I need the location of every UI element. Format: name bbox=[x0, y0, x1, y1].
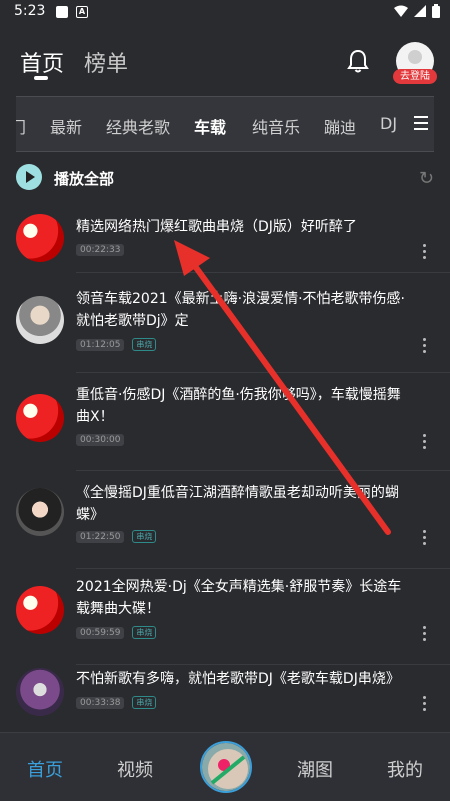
status-time: 5:23 bbox=[14, 3, 46, 19]
more-vertical-icon[interactable] bbox=[423, 626, 427, 644]
song-meta: 00:22:33 bbox=[76, 244, 125, 256]
medley-tag: 串烧 bbox=[132, 626, 157, 639]
list-item[interactable]: 2021全网热爱·Dj《全女声精选集·舒服节奏》长途车载舞曲大碟！ 00:59:… bbox=[0, 572, 450, 682]
more-vertical-icon[interactable] bbox=[423, 530, 427, 548]
login-badge[interactable]: 去登陆 bbox=[393, 69, 437, 84]
song-meta: 01:22:50 串烧 bbox=[76, 530, 157, 543]
bell-icon[interactable] bbox=[346, 48, 370, 74]
song-title[interactable]: 《全慢摇DJ重低音江湖酒醉情歌虽老却动听美丽的蝴蝶》 bbox=[76, 482, 410, 526]
more-vertical-icon[interactable] bbox=[423, 338, 427, 356]
app-notification-icon: A bbox=[76, 6, 88, 18]
duration-badge: 00:30:00 bbox=[76, 434, 125, 446]
play-all-label[interactable]: 播放全部 bbox=[54, 168, 114, 189]
battery-icon bbox=[432, 4, 440, 18]
more-vertical-icon[interactable] bbox=[423, 434, 427, 452]
bottom-nav-video[interactable]: 视频 bbox=[117, 756, 153, 782]
duration-badge: 00:59:59 bbox=[76, 626, 125, 639]
song-title[interactable]: 不怕新歌有多嗨，就怕老歌带DJ《老歌车载DJ串烧》 bbox=[76, 668, 410, 690]
duration-badge: 01:22:50 bbox=[76, 530, 125, 543]
wifi-icon bbox=[394, 5, 408, 17]
category-tab-car[interactable]: 车载 bbox=[194, 114, 226, 138]
bottom-nav-mine[interactable]: 我的 bbox=[387, 756, 423, 782]
song-meta: 00:59:59 串烧 bbox=[76, 626, 157, 639]
duration-badge: 00:33:38 bbox=[76, 696, 125, 709]
tab-indicator bbox=[34, 76, 48, 80]
more-vertical-icon[interactable] bbox=[423, 696, 427, 714]
song-meta: 00:30:00 bbox=[76, 434, 125, 446]
song-cover bbox=[16, 488, 64, 536]
tab-charts[interactable]: 榜单 bbox=[84, 46, 128, 78]
now-playing-disc[interactable] bbox=[200, 741, 252, 793]
category-tabs: 门 最新 经典老歌 车载 纯音乐 蹦迪 DJ bbox=[16, 96, 434, 152]
signal-icon bbox=[414, 5, 426, 17]
category-tab-classics[interactable]: 经典老歌 bbox=[106, 114, 170, 138]
song-title[interactable]: 2021全网热爱·Dj《全女声精选集·舒服节奏》长途车载舞曲大碟！ bbox=[76, 576, 410, 620]
bottom-nav: 首页 视频 潮图 我的 bbox=[0, 732, 450, 801]
list-item[interactable]: 领音车载2021《最新土嗨·浪漫爱情·不怕老歌带伤感·就怕老歌带Dj》定 01:… bbox=[0, 276, 450, 386]
medley-tag: 串烧 bbox=[132, 338, 157, 351]
tab-home[interactable]: 首页 bbox=[20, 46, 64, 78]
refresh-icon[interactable]: ↻ bbox=[419, 168, 434, 189]
song-cover bbox=[16, 394, 64, 442]
category-tab-latest[interactable]: 最新 bbox=[50, 114, 82, 138]
medley-tag: 串烧 bbox=[132, 696, 157, 709]
song-cover bbox=[16, 586, 64, 634]
more-vertical-icon[interactable] bbox=[423, 244, 427, 262]
medley-tag: 串烧 bbox=[132, 530, 157, 543]
song-cover bbox=[16, 296, 64, 344]
category-tab-dj[interactable]: DJ bbox=[380, 114, 397, 133]
song-cover bbox=[16, 668, 64, 716]
duration-badge: 00:22:33 bbox=[76, 244, 125, 256]
song-meta: 01:12:05 串烧 bbox=[76, 338, 157, 351]
status-icons bbox=[394, 4, 440, 18]
status-bar: 5:23 A bbox=[0, 0, 450, 24]
category-tab-disco[interactable]: 蹦迪 bbox=[324, 114, 356, 138]
bottom-nav-home[interactable]: 首页 bbox=[27, 756, 63, 782]
menu-icon[interactable] bbox=[414, 116, 428, 134]
song-meta: 00:33:38 串烧 bbox=[76, 696, 157, 709]
song-title[interactable]: 领音车载2021《最新土嗨·浪漫爱情·不怕老歌带伤感·就怕老歌带Dj》定 bbox=[76, 288, 410, 332]
bottom-nav-trend-pics[interactable]: 潮图 bbox=[297, 756, 333, 782]
top-header: 首页 榜单 bbox=[0, 36, 450, 88]
duration-badge: 01:12:05 bbox=[76, 338, 125, 351]
song-title[interactable]: 重低音·伤感DJ《酒醉的鱼·伤我你够吗》，车载慢摇舞曲X！ bbox=[76, 384, 410, 428]
category-tab[interactable]: 门 bbox=[16, 114, 26, 138]
category-tab-pure-music[interactable]: 纯音乐 bbox=[252, 114, 300, 138]
notification-icon bbox=[56, 6, 68, 18]
divider bbox=[76, 470, 450, 471]
divider bbox=[76, 272, 450, 273]
divider bbox=[76, 372, 450, 373]
play-icon[interactable] bbox=[16, 164, 42, 190]
divider bbox=[76, 568, 450, 569]
play-all-row[interactable]: 播放全部 ↻ bbox=[16, 164, 434, 192]
song-cover bbox=[16, 214, 64, 262]
divider bbox=[76, 664, 450, 665]
song-title[interactable]: 精选网络热门爆红歌曲串烧（DJ版）好听醉了 bbox=[76, 216, 410, 238]
